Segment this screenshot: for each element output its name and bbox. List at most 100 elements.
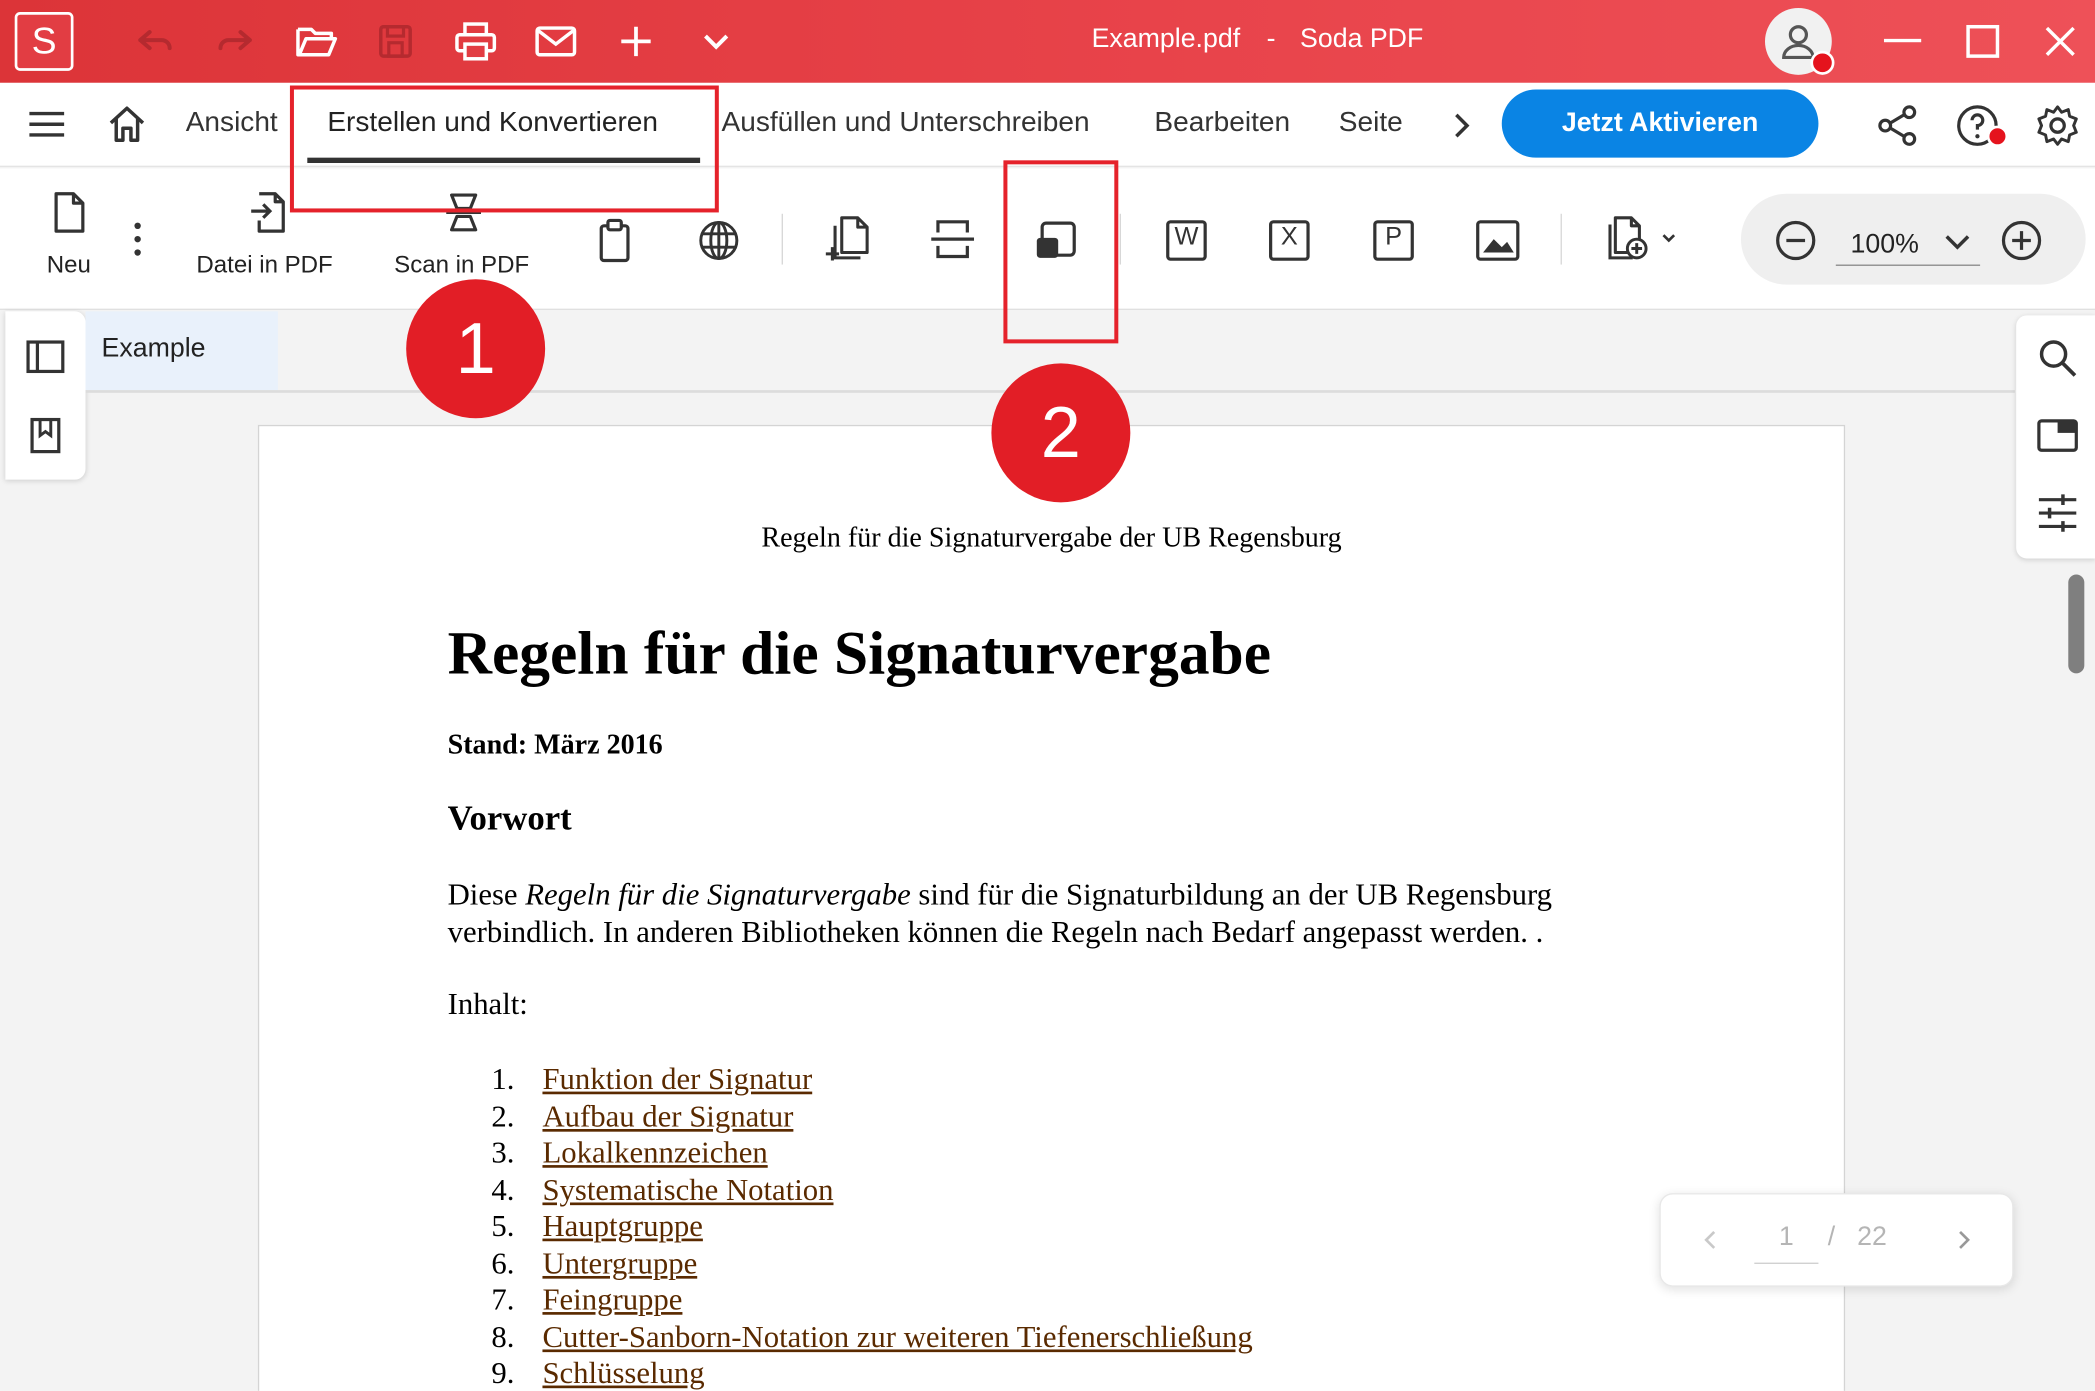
toc-item: 6. Untergruppe	[448, 1245, 1383, 1282]
zoom-select-underline	[1835, 264, 1981, 266]
add-icon[interactable]	[612, 19, 660, 64]
mail-icon[interactable]	[530, 19, 581, 64]
toc-link[interactable]: Funktion der Signatur	[542, 1061, 812, 1098]
tab-ansicht[interactable]: Ansicht	[186, 107, 278, 139]
toc-link[interactable]: Feingruppe	[542, 1281, 682, 1318]
open-folder-icon[interactable]	[291, 19, 342, 64]
close-icon[interactable]	[2035, 19, 2086, 64]
ribbon-separator	[1119, 213, 1121, 265]
window-title-dash: -	[1266, 24, 1276, 54]
toc-item: 7. Feingruppe	[448, 1281, 1383, 1318]
previous-page-icon[interactable]	[1694, 1223, 1726, 1258]
properties-sliders-icon[interactable]	[2032, 489, 2083, 537]
tab-bearbeiten[interactable]: Bearbeiten	[1154, 107, 1290, 139]
search-icon[interactable]	[2032, 334, 2083, 382]
tab-ausfuellen-und-unterschreiben[interactable]: Ausfüllen und Unterschreiben	[721, 107, 1089, 139]
print-icon[interactable]	[450, 19, 501, 64]
toc-number: 5.	[491, 1209, 515, 1243]
paragraph-italic-title: Regeln für die Signaturvergabe	[525, 877, 911, 912]
section-heading-vorwort: Vorwort	[447, 798, 572, 838]
window-title-file: Example.pdf	[1091, 24, 1241, 54]
home-icon[interactable]	[100, 99, 153, 150]
toc-number: 7.	[491, 1282, 515, 1317]
app-logo: S	[14, 12, 74, 71]
ppt-letter: P	[1385, 223, 1403, 252]
table-of-contents: 1. Funktion der Signatur 2. Aufbau der Sig…	[448, 1061, 1383, 1391]
current-page-input[interactable]: 1	[1754, 1223, 1818, 1254]
toc-number: 6.	[491, 1245, 515, 1280]
zoom-level-value[interactable]: 100%	[1850, 230, 1918, 261]
minimize-icon[interactable]	[1877, 19, 1928, 64]
toc-item: 1. Funktion der Signatur	[448, 1061, 1383, 1098]
zoom-in-icon[interactable]	[1996, 215, 2047, 266]
panel-view-icon[interactable]	[2032, 413, 2083, 458]
contents-label: Inhalt:	[447, 987, 528, 1021]
toc-item: 8. Cutter-Sanborn-Notation zur weiteren T…	[448, 1318, 1383, 1355]
highlight-box-compress-tool	[1003, 160, 1119, 344]
document-heading: Regeln für die Signaturvergabe	[447, 618, 1272, 687]
page-header-line: Regeln für die Signaturvergabe der UB Re…	[761, 521, 1342, 554]
page-separator: /	[1827, 1222, 1836, 1252]
to-word-icon[interactable]: W	[1160, 214, 1213, 267]
toc-item: 4. Systematische Notation	[448, 1171, 1383, 1208]
toc-number: 9.	[491, 1356, 515, 1390]
hamburger-menu-icon[interactable]	[21, 102, 72, 147]
toc-link[interactable]: Untergruppe	[542, 1245, 697, 1282]
toc-link[interactable]: Lokalkennzeichen	[542, 1134, 767, 1171]
toc-number: 1.	[491, 1062, 515, 1096]
redo-icon[interactable]	[211, 19, 259, 64]
next-page-icon[interactable]	[1948, 1223, 1980, 1258]
maximize-icon[interactable]	[1957, 19, 2008, 64]
save-icon[interactable]	[373, 19, 418, 64]
tab-seite[interactable]: Seite	[1339, 107, 1403, 139]
total-pages: 22	[1857, 1222, 1887, 1252]
share-icon[interactable]	[1871, 99, 1924, 152]
toc-link[interactable]: Systematische Notation	[542, 1171, 833, 1208]
chevron-down-icon[interactable]	[692, 19, 740, 64]
vertical-scrollbar[interactable]	[2068, 574, 2085, 674]
document-tab-example[interactable]: Example	[85, 311, 278, 391]
scan-to-pdf-label[interactable]: Scan in PDF	[394, 251, 529, 279]
clipboard-icon[interactable]	[589, 214, 640, 267]
bookmarks-panel-icon[interactable]	[20, 412, 71, 460]
window-title-app: Soda PDF	[1300, 24, 1424, 54]
annotation-badge-1: 1	[406, 279, 546, 419]
zoom-out-icon[interactable]	[1770, 215, 1821, 266]
split-page-icon[interactable]	[925, 211, 981, 267]
excel-letter: X	[1280, 223, 1298, 252]
toc-item: 5. Hauptgruppe	[448, 1208, 1383, 1245]
thumbnails-panel-icon[interactable]	[20, 334, 71, 379]
insert-pages-icon[interactable]	[1601, 211, 1681, 267]
toc-link[interactable]: Hauptgruppe	[542, 1208, 702, 1245]
new-label[interactable]: Neu	[47, 251, 91, 279]
document-stand: Stand: März 2016	[447, 728, 663, 761]
toc-item: 9. Schlüsselung	[448, 1355, 1383, 1391]
toc-number: 2.	[491, 1098, 515, 1133]
to-excel-icon[interactable]: X	[1263, 214, 1316, 267]
toc-link[interactable]: Schlüsselung	[542, 1355, 704, 1391]
settings-gear-icon[interactable]	[2031, 99, 2084, 152]
undo-icon[interactable]	[131, 19, 179, 64]
combine-files-icon[interactable]	[820, 211, 876, 267]
new-document-icon[interactable]	[45, 187, 93, 238]
zoom-dropdown-chevron-icon[interactable]	[1939, 224, 1976, 259]
foreword-paragraph: Diese Regeln für die Signaturvergabe sin…	[448, 876, 1552, 951]
paragraph-line-2: verbindlich. In anderen Bibliotheken kön…	[447, 915, 1544, 949]
toc-link[interactable]: Cutter-Sanborn-Notation zur weiteren Tie…	[542, 1318, 1252, 1355]
word-letter: W	[1174, 223, 1199, 252]
to-image-icon[interactable]	[1471, 214, 1524, 267]
toc-link[interactable]: Aufbau der Signatur	[542, 1098, 793, 1135]
paragraph-text: Diese	[447, 877, 526, 912]
to-powerpoint-icon[interactable]: P	[1367, 214, 1420, 267]
file-to-pdf-icon[interactable]	[242, 187, 293, 238]
activate-now-button[interactable]: Jetzt Aktivieren	[1501, 89, 1819, 158]
current-page-underline	[1754, 1262, 1819, 1264]
more-options-icon[interactable]	[123, 216, 152, 261]
chevron-right-icon[interactable]	[1440, 104, 1483, 147]
notification-dot	[1810, 50, 1835, 75]
highlight-box-create-convert-tab	[289, 85, 719, 213]
web-globe-icon[interactable]	[692, 214, 745, 267]
ribbon-separator	[1560, 213, 1562, 265]
toc-number: 3.	[491, 1135, 515, 1170]
file-to-pdf-label[interactable]: Datei in PDF	[196, 251, 332, 279]
